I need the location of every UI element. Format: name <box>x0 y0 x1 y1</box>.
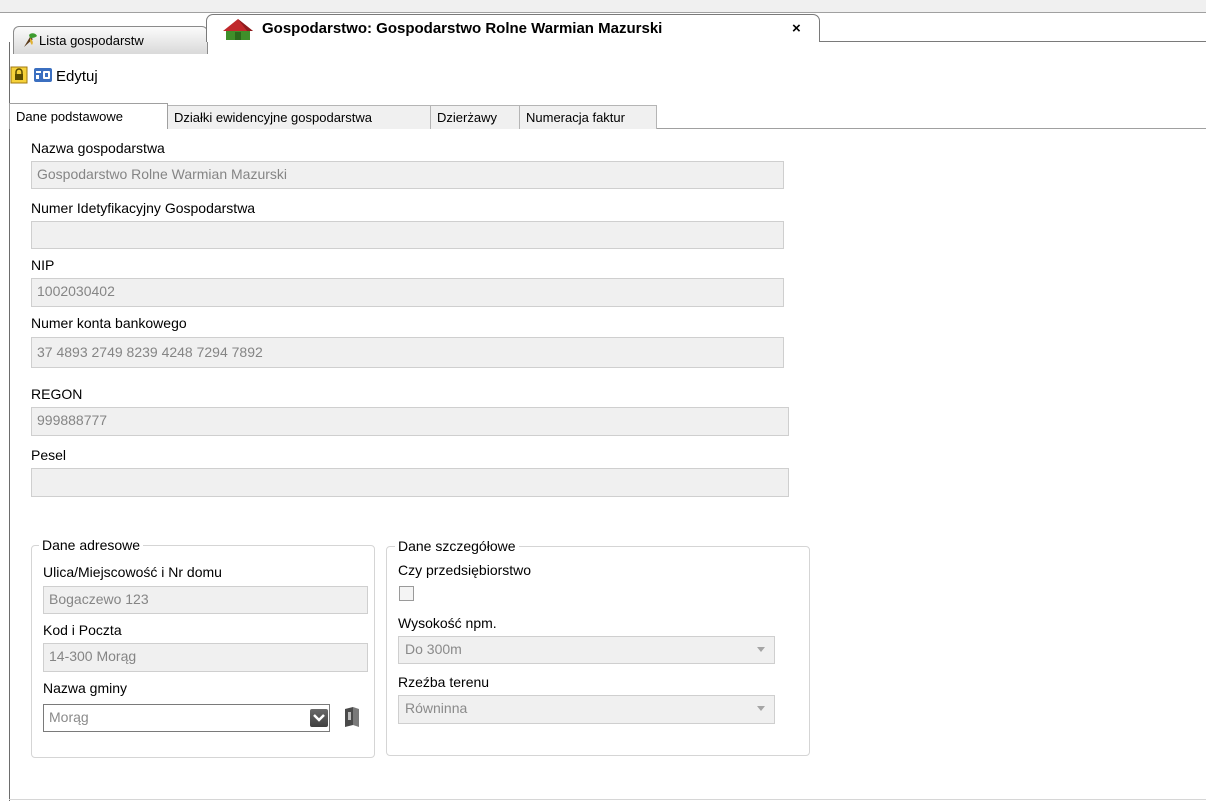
terrain-dropdown-arrow-icon <box>757 706 765 711</box>
nip-field[interactable]: 1002030402 <box>31 278 784 307</box>
tab-invoice-numbering-label: Numeracja faktur <box>526 110 625 125</box>
tab-leases[interactable]: Dzierżawy <box>430 105 520 129</box>
enterprise-label: Czy przedsiębiorstwo <box>398 562 532 578</box>
document-tab-baseline <box>820 41 1206 42</box>
altitude-combobox[interactable]: Do 300m <box>398 636 775 664</box>
altitude-label: Wysokość npm. <box>398 615 497 631</box>
document-tab-farm-detail[interactable]: Gospodarstwo: Gospodarstwo Rolne Warmian… <box>206 14 820 42</box>
tab-basic-data-label: Dane podstawowe <box>16 109 123 124</box>
document-tab-farm-list-label: Lista gospodarstw <box>39 33 144 48</box>
chevron-down-icon <box>313 710 325 726</box>
gmina-combobox[interactable]: Morąg <box>43 704 330 732</box>
details-legend: Dane szczegółowe <box>395 538 519 554</box>
farm-house-icon <box>221 17 255 45</box>
lock-button[interactable] <box>10 66 28 87</box>
enterprise-checkbox[interactable] <box>399 586 414 601</box>
gmina-dropdown-button[interactable] <box>310 709 328 727</box>
terrain-combobox[interactable]: Równinna <box>398 695 775 724</box>
postal-label: Kod i Poczta <box>43 622 122 638</box>
farm-list-icon <box>21 32 39 52</box>
bank-account-field[interactable]: 37 4893 2749 8239 4248 7294 7892 <box>31 337 784 368</box>
id-number-field[interactable] <box>31 221 784 249</box>
bank-account-label: Numer konta bankowego <box>31 315 187 331</box>
document-tab-farm-list[interactable]: Lista gospodarstw <box>13 26 208 54</box>
edit-button-label: Edytuj <box>56 67 98 85</box>
tab-land-parcels-label: Działki ewidencyjne gospodarstwa <box>174 110 372 125</box>
window-top-border <box>0 0 1206 13</box>
postal-field[interactable]: 14-300 Morąg <box>43 643 368 672</box>
altitude-dropdown-arrow-icon <box>757 647 765 652</box>
altitude-value: Do 300m <box>405 641 462 657</box>
close-tab-icon[interactable]: × <box>792 20 801 37</box>
gmina-label: Nazwa gminy <box>43 680 128 696</box>
tab-land-parcels[interactable]: Działki ewidencyjne gospodarstwa <box>167 105 431 129</box>
window-left-border <box>9 42 10 801</box>
window-bottom-border <box>9 799 1206 800</box>
street-label: Ulica/Miejscowość i Nr domu <box>43 564 222 580</box>
lock-icon <box>10 66 28 87</box>
document-tab-farm-detail-label: Gospodarstwo: Gospodarstwo Rolne Warmian… <box>262 20 663 37</box>
pesel-label: Pesel <box>31 447 67 463</box>
edit-icon <box>34 67 52 85</box>
pesel-field[interactable] <box>31 468 789 497</box>
inner-tab-strip: Dane podstawowe Działki ewidencyjne gosp… <box>9 103 657 129</box>
farm-name-label: Nazwa gospodarstwa <box>31 140 165 156</box>
terrain-value: Równinna <box>405 700 468 716</box>
nip-label: NIP <box>31 257 55 273</box>
edit-button[interactable]: Edytuj <box>34 67 98 85</box>
id-number-label: Numer Idetyfikacyjny Gospodarstwa <box>31 200 256 216</box>
farm-name-field[interactable]: Gospodarstwo Rolne Warmian Mazurski <box>31 161 784 189</box>
book-icon <box>342 707 362 731</box>
tab-basic-data[interactable]: Dane podstawowe <box>9 103 168 129</box>
tab-leases-label: Dzierżawy <box>437 110 497 125</box>
tab-invoice-numbering[interactable]: Numeracja faktur <box>519 105 657 129</box>
street-field[interactable]: Bogaczewo 123 <box>43 586 368 614</box>
gmina-browse-button[interactable] <box>342 706 362 731</box>
regon-label: REGON <box>31 386 83 402</box>
terrain-label: Rzeźba terenu <box>398 674 490 690</box>
address-legend: Dane adresowe <box>39 537 144 553</box>
toolbar: Edytuj <box>9 62 409 90</box>
regon-field[interactable]: 999888777 <box>31 407 789 436</box>
gmina-value: Morąg <box>49 709 89 725</box>
